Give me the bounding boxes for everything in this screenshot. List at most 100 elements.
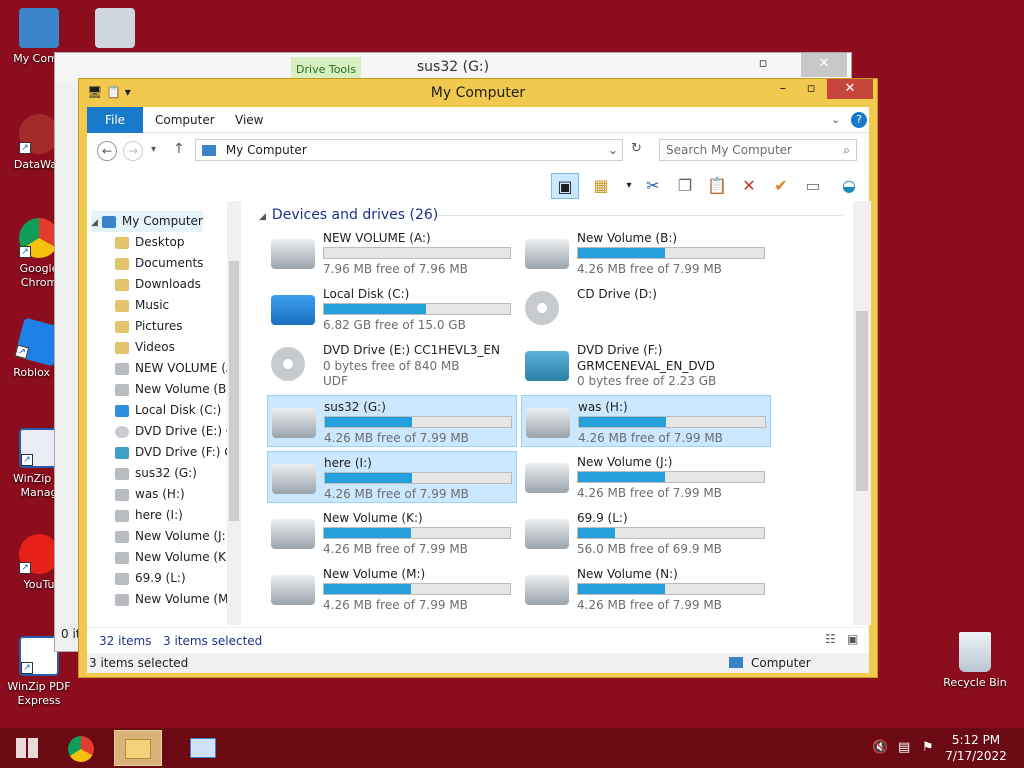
tab-view[interactable]: View [235,107,263,133]
nav-item-drive-h[interactable]: was (H:) [115,484,185,505]
search-icon[interactable]: ⌕ [843,140,850,160]
drive-free-space: 4.26 MB free of 7.99 MB [578,431,723,445]
address-bar[interactable]: My Computer ⌄ [195,139,623,161]
content-scrollbar-thumb[interactable] [856,311,868,491]
large-icons-view-icon[interactable]: ▣ [847,632,858,646]
nav-item-drive-k[interactable]: New Volume (K:) [115,547,235,568]
nav-item-videos[interactable]: Videos [115,337,175,358]
action-center-icon[interactable]: ⚑ [922,740,934,755]
explorer-window[interactable]: 🖥 📋 ▾ My Computer – ▫ ✕ File Computer Vi… [78,78,878,678]
maximize-button[interactable]: ▫ [797,79,825,99]
window-titlebar[interactable]: 🖥 📋 ▾ My Computer – ▫ ✕ [79,79,877,105]
drive-tile[interactable]: CD Drive (D:) [521,283,771,335]
check-icon[interactable]: ✔ [767,173,795,199]
taskbar: 🔇 ▤ ⚑ 5:12 PM 7/17/2022 [0,728,1024,768]
drive-icon [115,488,129,501]
drive-tile[interactable]: sus32 (G:) 4.26 MB free of 7.99 MB [267,395,517,447]
expand-ribbon-icon[interactable]: ⌄ [831,113,840,126]
desktop-icon-recycle-bin[interactable]: Recycle Bin [936,632,1014,690]
properties-icon[interactable]: ▭ [799,173,827,199]
shell-icon[interactable]: ◒ [835,173,863,199]
network-icon[interactable]: ▤ [898,740,910,755]
drive-free-space: 4.26 MB free of 7.99 MB [324,487,469,501]
delete-icon[interactable]: ✕ [735,173,763,199]
drive-name: New Volume (K:) [323,511,423,525]
drive-tile[interactable]: was (H:) 4.26 MB free of 7.99 MB [521,395,771,447]
nav-item-drive-e[interactable]: DVD Drive (E:) CC [115,421,241,442]
nav-item-drive-i[interactable]: here (I:) [115,505,183,526]
start-button[interactable] [4,730,52,766]
layout-pane-icon[interactable]: ▣ [551,173,579,199]
hard-drive-icon [271,575,315,605]
navigation-pane[interactable]: ◢ My Computer Desktop Documents Downloads… [87,201,241,625]
up-button[interactable]: ↑ [173,141,185,157]
nav-item-pictures[interactable]: Pictures [115,316,183,337]
nav-item-drive-f[interactable]: DVD Drive (F:) GR [115,442,241,463]
drive-tile[interactable]: New Volume (N:) 4.26 MB free of 7.99 MB [521,563,771,615]
recent-locations-icon[interactable]: ▾ [151,144,156,155]
close-button[interactable]: ✕ [827,79,873,99]
minimize-button[interactable]: – [769,79,797,99]
drive-tile[interactable]: DVD Drive (E:) CC1HEVL3_EN 0 bytes free o… [267,339,517,391]
details-view-icon[interactable]: ☷ [825,632,836,646]
server-icon [95,8,135,48]
computer-icon [19,8,59,48]
drive-tile[interactable]: here (I:) 4.26 MB free of 7.99 MB [267,451,517,503]
volume-muted-icon[interactable]: 🔇 [872,740,888,755]
drive-free-space: 6.82 GB free of 15.0 GB [323,318,466,332]
drive-tile[interactable]: New Volume (M:) 4.26 MB free of 7.99 MB [267,563,517,615]
drive-tile[interactable]: 69.9 (L:) 56.0 MB free of 69.9 MB [521,507,771,559]
nav-item-drive-l[interactable]: 69.9 (L:) [115,568,186,589]
dvd-icon [115,425,129,438]
group-header[interactable]: ◢ Devices and drives (26) [259,207,438,223]
drive-tile[interactable]: New Volume (B:) 4.26 MB free of 7.99 MB [521,227,771,279]
nav-item-music[interactable]: Music [115,295,169,316]
address-dropdown-icon[interactable]: ⌄ [608,140,618,160]
dvd-drive-icon [525,351,569,381]
youtube-icon: ↗ [19,534,59,574]
tab-file[interactable]: File [87,107,143,133]
taskbar-file-explorer[interactable] [114,730,162,766]
forward-button[interactable]: → [123,141,143,161]
expand-arrow-icon[interactable]: ◢ [91,218,98,228]
content-scrollbar[interactable] [853,201,871,625]
nav-item-drive-b[interactable]: New Volume (B:) [115,379,235,400]
drive-usage-bar [323,303,511,315]
nav-item-drive-a[interactable]: NEW VOLUME (A [115,358,234,379]
nav-item-downloads[interactable]: Downloads [115,274,201,295]
cut-icon[interactable]: ✂ [639,173,667,199]
back-window-titlebar[interactable]: Drive Tools sus32 (G:) ▫ ✕ [55,53,851,81]
nav-item-my-computer[interactable]: ◢ My Computer [91,211,203,232]
drive-tile[interactable]: New Volume (J:) 4.26 MB free of 7.99 MB [521,451,771,503]
drive-tile[interactable]: Local Disk (C:) 6.82 GB free of 15.0 GB [267,283,517,335]
drives-content[interactable]: ◢ Devices and drives (26) NEW VOLUME (A:)… [247,201,855,625]
copy-icon[interactable]: ❐ [671,173,699,199]
folder-options-icon[interactable]: ▦ [587,173,615,199]
nav-scrollbar[interactable] [227,201,241,625]
paste-icon[interactable]: 📋 [703,173,731,199]
tab-computer[interactable]: Computer [155,107,215,133]
nav-item-desktop[interactable]: Desktop [115,232,185,253]
taskbar-clock[interactable]: 5:12 PM 7/17/2022 [936,732,1016,764]
taskbar-chrome[interactable] [58,730,106,766]
search-input[interactable]: Search My Computer ⌕ [659,139,857,161]
nav-item-drive-c[interactable]: Local Disk (C:) [115,400,221,421]
back-button[interactable]: ← [97,141,117,161]
back-maximize-button[interactable]: ▫ [747,53,779,77]
back-close-button[interactable]: ✕ [801,53,847,77]
drive-tile[interactable]: DVD Drive (F:) GRMCENEVAL_EN_DVD 0 bytes f… [521,339,771,391]
help-icon[interactable]: ? [851,112,867,128]
drive-usage-bar [577,471,765,483]
nav-item-documents[interactable]: Documents [115,253,203,274]
nav-item-drive-g[interactable]: sus32 (G:) [115,463,197,484]
nav-item-drive-m[interactable]: New Volume (M: [115,589,233,610]
taskbar-my-computer[interactable] [180,730,228,766]
drive-tile[interactable]: NEW VOLUME (A:) 7.96 MB free of 7.96 MB [267,227,517,279]
drive-tile[interactable]: New Volume (K:) 4.26 MB free of 7.99 MB [267,507,517,559]
drive-usage-bar [577,583,765,595]
nav-scrollbar-thumb[interactable] [229,261,239,521]
refresh-button[interactable]: ↻ [631,141,642,156]
desktop-icon-server[interactable] [76,8,154,52]
collapse-arrow-icon[interactable]: ◢ [259,212,266,222]
nav-item-drive-j[interactable]: New Volume (J:) [115,526,230,547]
